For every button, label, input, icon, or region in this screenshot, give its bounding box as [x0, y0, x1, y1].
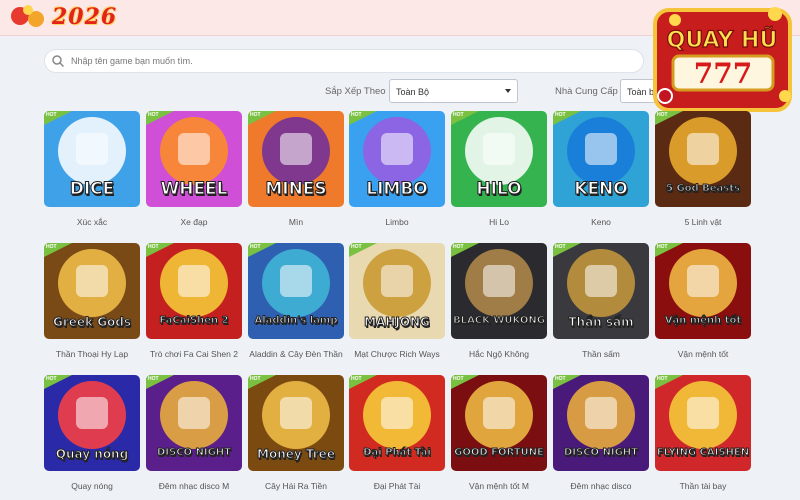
game-title: Thần sấm: [568, 315, 634, 330]
game-caption[interactable]: Hắc Ngộ Không: [449, 349, 549, 359]
game-card[interactable]: HOT MINES: [248, 111, 344, 207]
game-caption[interactable]: Keno: [551, 217, 651, 227]
game-caption[interactable]: Thần sấm: [551, 349, 651, 359]
logo-text: 2026: [52, 4, 118, 30]
game-card[interactable]: HOT HILO: [451, 111, 547, 207]
game-caption[interactable]: Thần tài bay: [653, 481, 753, 491]
game-card[interactable]: HOT FaCaiShen 2: [146, 243, 242, 339]
game-card[interactable]: HOT BLACK WUKONG: [451, 243, 547, 339]
game-card[interactable]: HOT LIMBO: [349, 111, 445, 207]
game-card[interactable]: HOT MAHJONG: [349, 243, 445, 339]
game-title: KENO: [574, 179, 628, 200]
game-caption[interactable]: Aladdin & Cây Đèn Thần: [246, 349, 346, 359]
game-caption[interactable]: Đêm nhạc disco M: [144, 481, 244, 491]
game-caption[interactable]: 5 Linh vật: [653, 217, 753, 227]
game-card[interactable]: HOT Thần sấm: [553, 243, 649, 339]
game-card[interactable]: HOT Vận mệnh tốt: [655, 243, 751, 339]
game-card[interactable]: HOT Greek Gods: [44, 243, 140, 339]
game-title: WHEEL: [160, 179, 228, 200]
game-caption[interactable]: Thần Thoại Hy Lạp: [42, 349, 142, 359]
game-title: Đại Phát Tài: [363, 447, 432, 459]
game-title: Greek Gods: [52, 315, 132, 330]
game-caption[interactable]: Vận mệnh tốt M: [449, 481, 549, 491]
game-title: FaCaiShen 2: [159, 315, 229, 327]
game-caption[interactable]: Đại Phát Tài: [347, 481, 447, 491]
game-card[interactable]: HOT WHEEL: [146, 111, 242, 207]
game-card[interactable]: HOT Aladdin's lamp: [248, 243, 344, 339]
game-title: LIMBO: [366, 179, 428, 200]
game-card[interactable]: HOT DISCO NIGHT: [553, 375, 649, 471]
sort-select-value: Toàn Bộ: [396, 87, 430, 97]
game-title: 5 God Beasts: [666, 183, 741, 195]
game-card[interactable]: HOT Quay nóng: [44, 375, 140, 471]
game-title: FLYING CAISHEN: [656, 447, 750, 459]
badge-reels: 777: [694, 57, 752, 90]
game-caption[interactable]: Cây Hái Ra Tiền: [246, 481, 346, 491]
game-title: MAHJONG: [364, 315, 431, 330]
game-card[interactable]: HOT DICE: [44, 111, 140, 207]
game-card[interactable]: HOT Money Tree: [248, 375, 344, 471]
game-title: Money Tree: [257, 447, 336, 462]
badge-title: QUAY HŨ: [667, 27, 778, 53]
chevron-down-icon: [505, 89, 511, 93]
search-input[interactable]: [71, 56, 631, 66]
game-card[interactable]: HOT DISCO NIGHT: [146, 375, 242, 471]
game-caption[interactable]: Đêm nhạc disco: [551, 481, 651, 491]
sort-select[interactable]: Toàn Bộ: [389, 79, 518, 103]
sort-label: Sắp Xếp Theo: [325, 86, 386, 97]
game-title: DICE: [69, 179, 115, 200]
game-title: GOOD FORTUNE: [454, 447, 545, 459]
game-caption[interactable]: Vận mệnh tốt: [653, 349, 753, 359]
game-caption[interactable]: Mìn: [246, 217, 346, 227]
game-card[interactable]: HOT Đại Phát Tài: [349, 375, 445, 471]
search-icon: [52, 55, 65, 68]
game-card[interactable]: HOT GOOD FORTUNE: [451, 375, 547, 471]
game-caption[interactable]: Hi Lo: [449, 217, 549, 227]
game-card[interactable]: HOT KENO: [553, 111, 649, 207]
game-title: Vận mệnh tốt: [664, 315, 742, 327]
game-title: MINES: [265, 179, 327, 200]
game-caption[interactable]: Mạt Chược Rich Ways: [347, 349, 447, 359]
game-title: DISCO NIGHT: [563, 447, 639, 459]
game-caption[interactable]: Quay nóng: [42, 481, 142, 491]
game-title: HILO: [476, 179, 522, 200]
game-card[interactable]: HOT FLYING CAISHEN: [655, 375, 751, 471]
game-caption[interactable]: Xe đạp: [144, 217, 244, 227]
game-caption[interactable]: Trò chơi Fa Cai Shen 2: [144, 349, 244, 359]
game-title: BLACK WUKONG: [453, 315, 546, 327]
game-title: Quay nóng: [55, 447, 129, 462]
game-title: DISCO NIGHT: [156, 447, 232, 459]
lantern-icon: [11, 5, 44, 27]
game-card[interactable]: HOT 5 God Beasts: [655, 111, 751, 207]
provider-label: Nhà Cung Cấp: [555, 86, 618, 97]
game-caption[interactable]: Xúc xắc: [42, 217, 142, 227]
game-caption[interactable]: Limbo: [347, 217, 447, 227]
game-title: Aladdin's lamp: [254, 315, 338, 327]
quay-hu-badge[interactable]: QUAY HŨ 777: [645, 0, 800, 118]
search-bar[interactable]: [44, 49, 644, 73]
